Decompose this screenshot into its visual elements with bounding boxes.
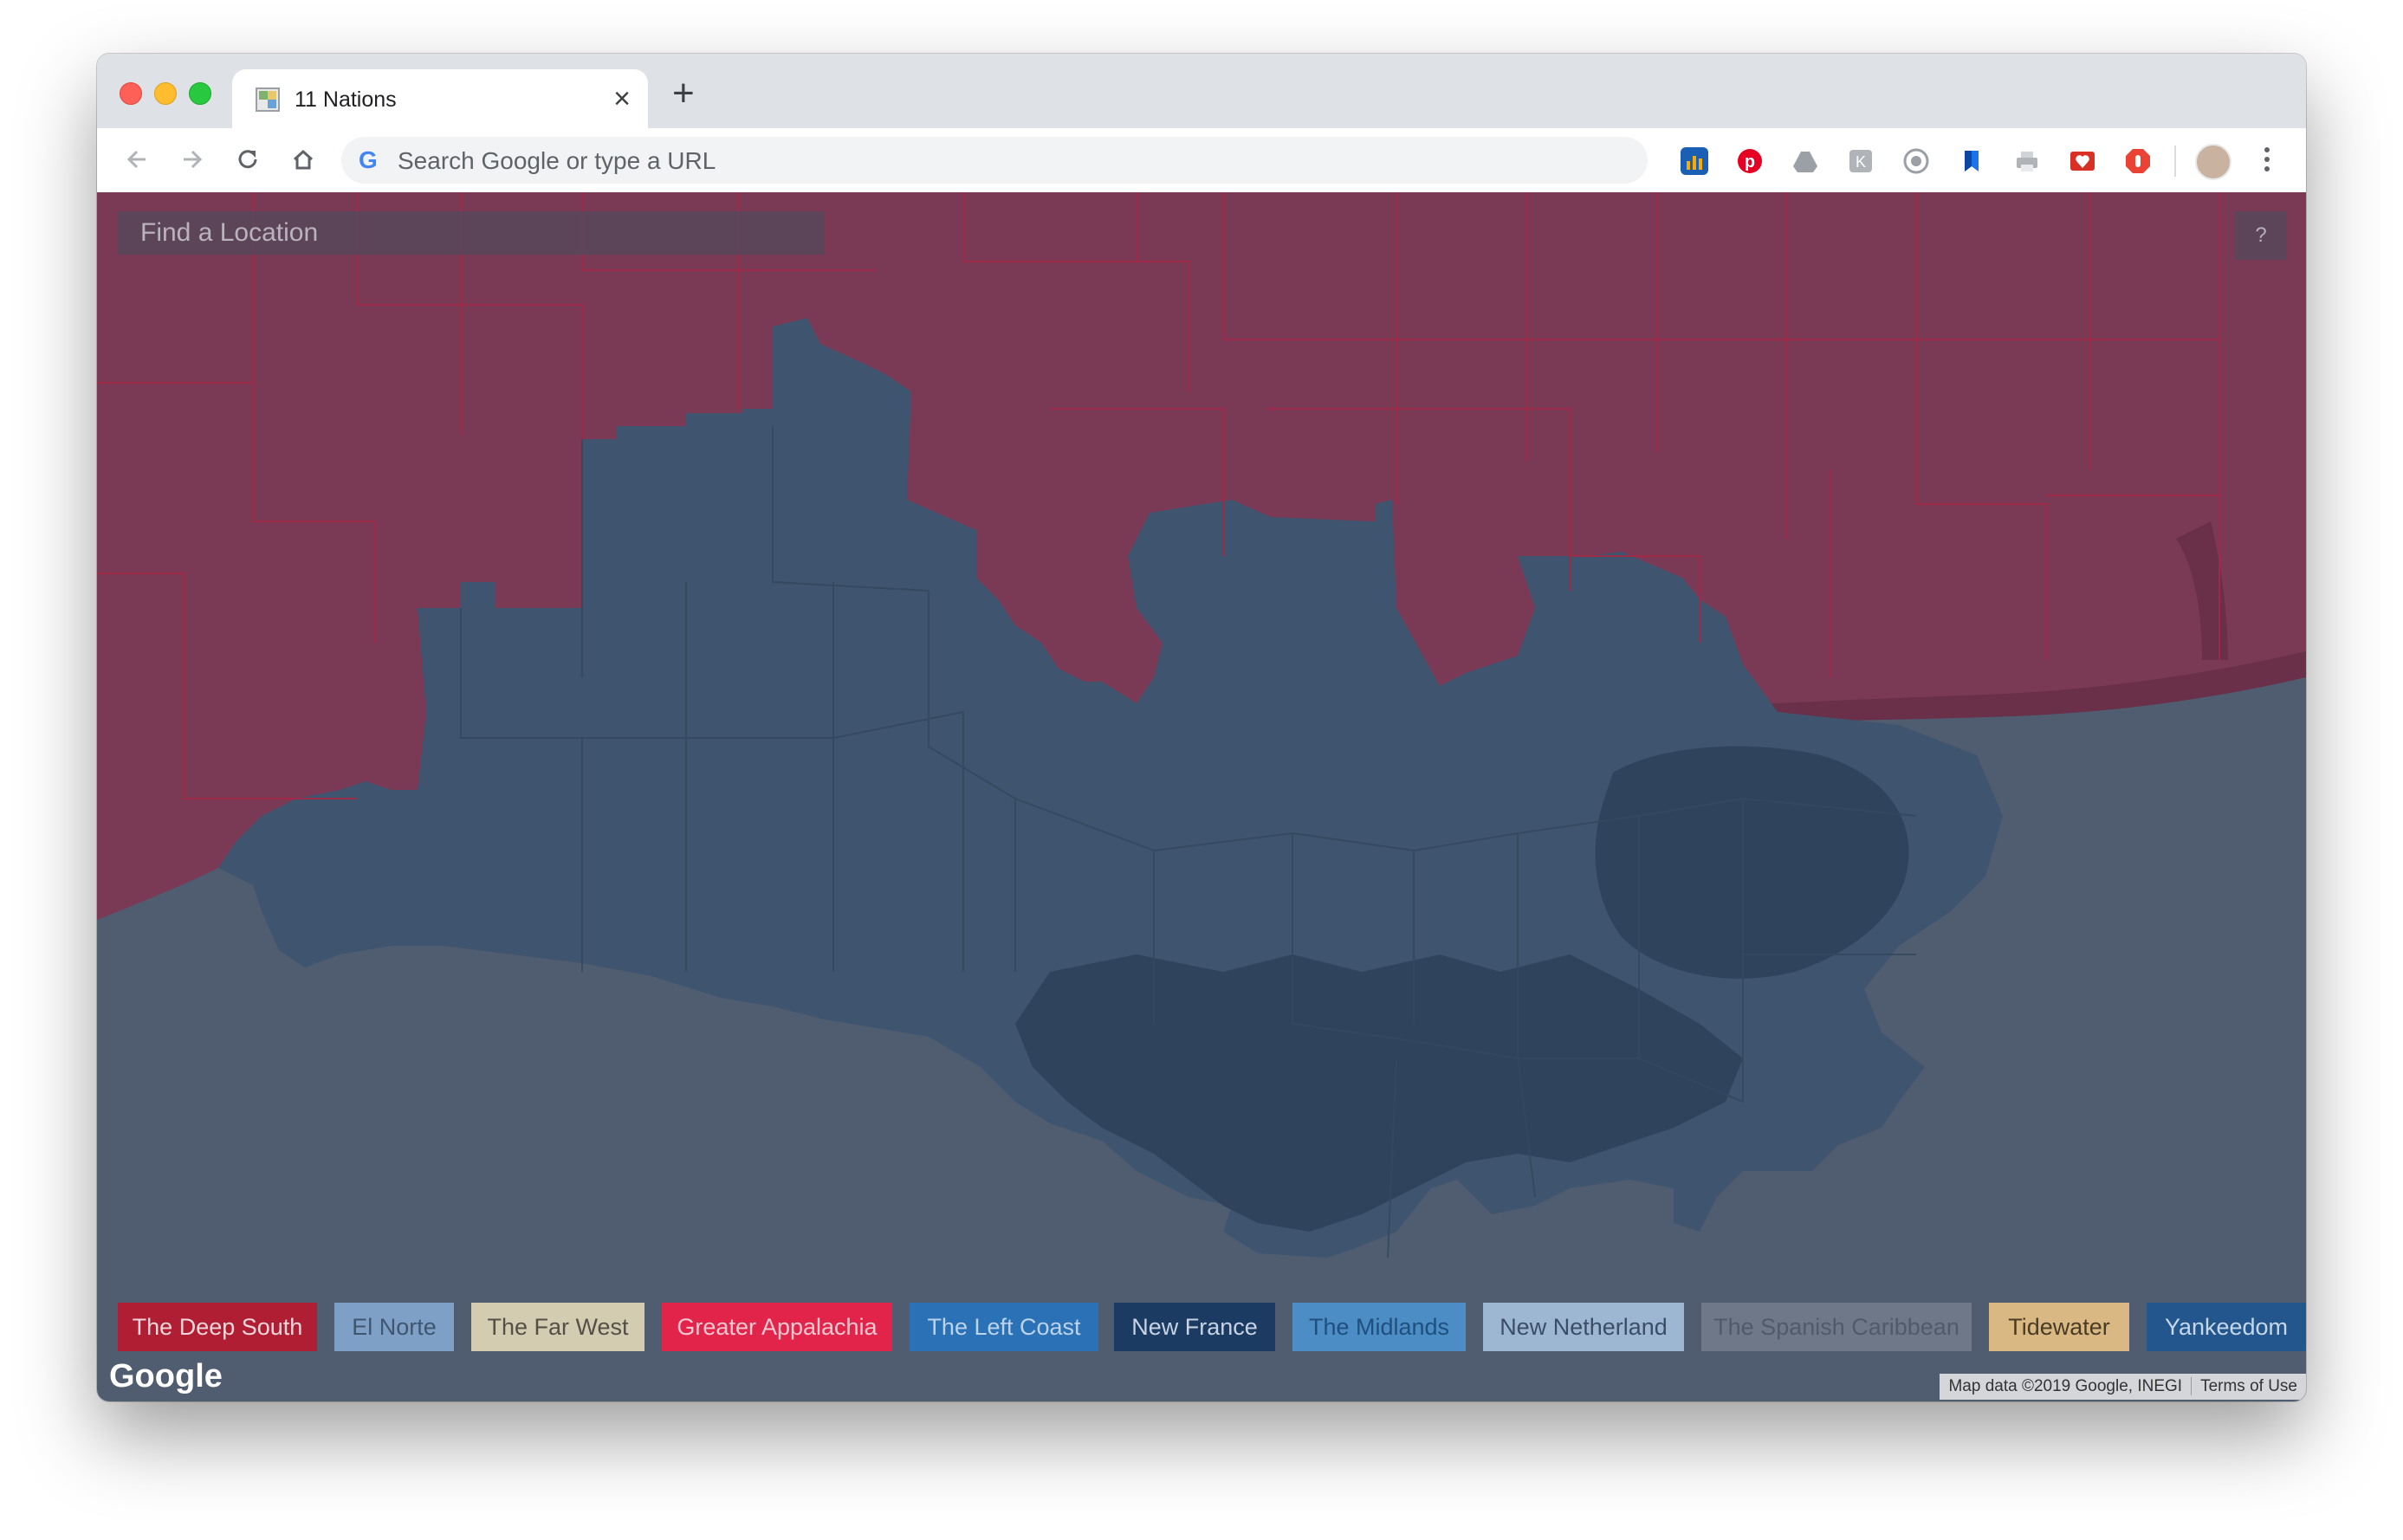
help-button[interactable]: ? [2235, 211, 2287, 260]
more-menu-icon[interactable] [2263, 144, 2271, 178]
analytics-extension-icon[interactable] [1681, 147, 1708, 175]
back-arrow-icon[interactable] [120, 142, 154, 177]
legend-label: The Deep South [132, 1314, 303, 1340]
legend-left-coast-button[interactable]: The Left Coast [910, 1303, 1098, 1351]
maximize-window-button[interactable] [189, 82, 211, 105]
legend-label: New Netherland [1499, 1314, 1668, 1340]
legend-label: Yankeedom [2164, 1314, 2289, 1340]
legend-deep-south-button[interactable]: The Deep South [118, 1303, 317, 1351]
browser-window: 11 Nations × + G Search Google or type a… [97, 54, 2306, 1401]
map-canvas[interactable]: Find a Location ? The Deep South El Nort… [97, 192, 2306, 1401]
legend-label: The Left Coast [927, 1314, 1081, 1340]
print-extension-icon[interactable] [2013, 147, 2041, 175]
legend-yankeedom-button[interactable]: Yankeedom [2147, 1303, 2306, 1351]
pinterest-extension-icon[interactable]: p [1736, 147, 1764, 175]
legend-greater-appalachia-button[interactable]: Greater Appalachia [662, 1303, 892, 1351]
legend-label: The Midlands [1308, 1314, 1450, 1340]
nations-legend: The Deep South El Norte The Far West Gre… [97, 1303, 2306, 1353]
legend-spanish-caribbean-button[interactable]: The Spanish Caribbean [1701, 1303, 1972, 1351]
tab-strip: 11 Nations × + [97, 54, 2306, 130]
legend-new-france-button[interactable]: New France [1114, 1303, 1275, 1351]
legend-label: Greater Appalachia [677, 1314, 878, 1340]
reload-icon[interactable] [230, 142, 265, 177]
minimize-window-button[interactable] [154, 82, 177, 105]
map-attribution: Map data ©2019 Google, INEGI Terms of Use [1940, 1374, 2306, 1400]
address-bar[interactable]: G Search Google or type a URL [341, 137, 1648, 184]
google-g-icon: G [359, 146, 378, 173]
google-logo: Google [109, 1358, 223, 1394]
find-location-input[interactable]: Find a Location [118, 211, 825, 255]
close-window-button[interactable] [120, 82, 142, 105]
legend-label: Tidewater [2008, 1314, 2110, 1340]
extension-circle-icon[interactable] [1902, 147, 1930, 175]
map-favicon-icon [256, 87, 280, 112]
new-tab-button[interactable]: + [672, 74, 695, 113]
legend-el-norte-button[interactable]: El Norte [334, 1303, 454, 1351]
home-icon[interactable] [286, 142, 321, 177]
tab-11-nations[interactable]: 11 Nations × [232, 69, 648, 130]
address-bar-placeholder: Search Google or type a URL [398, 147, 716, 174]
bookmark-extension-icon[interactable] [1958, 147, 1985, 175]
drive-extension-icon[interactable] [1791, 147, 1819, 175]
svg-text:p: p [1745, 152, 1755, 171]
toolbar-separator [2174, 146, 2176, 177]
legend-label: El Norte [352, 1314, 437, 1340]
forward-arrow-icon[interactable] [175, 142, 210, 177]
svg-text:K: K [1856, 153, 1866, 171]
legend-new-netherland-button[interactable]: New Netherland [1483, 1303, 1684, 1351]
legend-label: New France [1131, 1314, 1258, 1340]
tab-close-icon[interactable]: × [613, 83, 631, 114]
legend-label: The Far West [487, 1314, 629, 1340]
terms-of-use-link[interactable]: Terms of Use [2191, 1377, 2306, 1395]
map-data-credit: Map data ©2019 Google, INEGI [1948, 1377, 2183, 1395]
legend-far-west-button[interactable]: The Far West [471, 1303, 644, 1351]
nations-map-graphic [97, 192, 2306, 1259]
legend-tidewater-button[interactable]: Tidewater [1989, 1303, 2129, 1351]
browser-toolbar: G Search Google or type a URL p K [97, 128, 2306, 193]
legend-label: The Spanish Caribbean [1713, 1314, 1959, 1340]
profile-avatar[interactable] [2195, 144, 2231, 180]
extension-k-icon[interactable]: K [1847, 147, 1875, 175]
tab-title: 11 Nations [295, 87, 397, 112]
heart-extension-icon[interactable] [2069, 147, 2096, 175]
legend-midlands-button[interactable]: The Midlands [1292, 1303, 1466, 1351]
stop-hand-extension-icon[interactable] [2124, 147, 2152, 175]
